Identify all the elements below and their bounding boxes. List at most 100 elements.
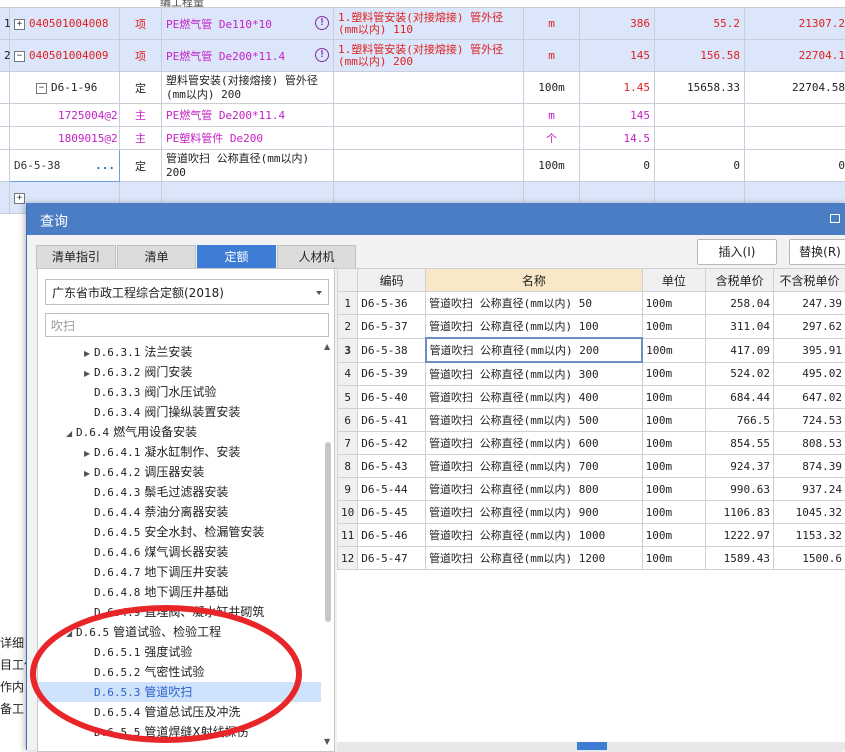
caret-right-icon[interactable]: ▶ — [84, 444, 94, 464]
tab-list-guide[interactable]: 清单指引 — [36, 245, 116, 269]
row-tax-price: 924.37 — [706, 455, 774, 478]
quota-results-pane: 编码 名称 单位 含税单价 不含税单价 1D6-5-36管道吹扫 公称直径(mm… — [337, 268, 845, 750]
tree-node[interactable]: D.6.5.3管道吹扫 — [38, 682, 321, 702]
scroll-thumb[interactable] — [325, 442, 331, 622]
tree-node-code: D.6.4.1 — [94, 446, 140, 459]
bottom-left-panel: 详细 目工作 作内 备工 — [0, 632, 26, 750]
table-row[interactable]: 11D6-5-46管道吹扫 公称直径(mm以内) 1000100m1222.97… — [338, 524, 845, 547]
row-index: 3 — [338, 338, 358, 362]
row-unit: 100m — [642, 501, 706, 524]
tree-node[interactable]: D.6.4.7地下调压井安装 — [38, 562, 321, 582]
table-row[interactable]: −D6-1-96 定 塑料管安装(对接熔接) 管外径(mm以内) 200 100… — [0, 72, 845, 104]
table-row[interactable]: 9D6-5-44管道吹扫 公称直径(mm以内) 800100m990.63937… — [338, 478, 845, 501]
insert-button[interactable]: 插入(I) — [697, 239, 777, 265]
tree-node[interactable]: D.6.4.6煤气调长器安装 — [38, 542, 321, 562]
row-code: D6-5-47 — [358, 547, 426, 570]
table-row[interactable]: 10D6-5-45管道吹扫 公称直径(mm以内) 900100m1106.831… — [338, 501, 845, 524]
chevron-down-icon[interactable] — [316, 291, 322, 295]
table-row[interactable]: 4D6-5-39管道吹扫 公称直径(mm以内) 300100m524.02495… — [338, 362, 845, 386]
caret-right-icon[interactable]: ▶ — [84, 464, 94, 484]
tree-node-label: 管道试验、检验工程 — [113, 625, 221, 639]
browse-button[interactable]: ... — [95, 159, 115, 172]
table-row[interactable]: 8D6-5-43管道吹扫 公称直径(mm以内) 700100m924.37874… — [338, 455, 845, 478]
table-row[interactable]: 1D6-5-36管道吹扫 公称直径(mm以内) 50100m258.04247.… — [338, 292, 845, 315]
table-row[interactable]: 2D6-5-37管道吹扫 公称直径(mm以内) 100100m311.04297… — [338, 315, 845, 339]
tree-node[interactable]: ▶D.6.3.2阀门安装 — [38, 362, 321, 382]
tree-node[interactable]: D.6.4.8地下调压井基础 — [38, 582, 321, 602]
header-code[interactable]: 编码 — [358, 269, 426, 292]
tree-node-code: D.6.5.5 — [94, 726, 140, 739]
row-price: 0 — [655, 150, 745, 182]
tree-node[interactable]: D.6.4.5安全水封、检漏管安装 — [38, 522, 321, 542]
collapse-icon[interactable]: − — [14, 51, 25, 62]
tree-node[interactable]: D.6.3.4阀门操纵装置安装 — [38, 402, 321, 422]
scroll-thumb[interactable] — [577, 742, 607, 750]
row-index: 4 — [338, 362, 358, 386]
table-row[interactable]: 6D6-5-41管道吹扫 公称直径(mm以内) 500100m766.5724.… — [338, 409, 845, 432]
row-name: PE塑料管件 De200 — [162, 127, 334, 150]
dialog-titlebar[interactable]: 查询 — [27, 203, 845, 235]
tab-materials[interactable]: 人材机 — [277, 245, 356, 269]
caret-right-icon[interactable]: ▶ — [84, 364, 94, 384]
tree-scrollbar[interactable]: ▲ ▼ — [324, 342, 332, 746]
tree-node[interactable]: D.6.5.5 管道焊缝X射线探伤 — [38, 722, 321, 742]
tree-node[interactable]: ◢D.6.4燃气用设备安装 — [38, 422, 321, 442]
tree-node[interactable]: ▶D.6.4.1凝水缸制作、安装 — [38, 442, 321, 462]
caret-down-icon[interactable]: ◢ — [66, 624, 76, 644]
expand-icon[interactable]: + — [14, 19, 25, 30]
tab-list[interactable]: 清单 — [117, 245, 196, 269]
search-input[interactable]: 吹扫 — [45, 313, 329, 337]
maximize-icon[interactable] — [830, 214, 840, 223]
table-row[interactable]: 1725004@2 主 PE燃气管 De200*11.4 m 145 — [0, 104, 845, 127]
row-name: PE燃气管 De200*11.4 — [166, 50, 285, 63]
row-type: 项 — [120, 8, 162, 40]
table-row[interactable]: D6-5-38... 定 管道吹扫 公称直径(mm以内) 200 100m 0 … — [0, 150, 845, 182]
table-row[interactable]: 7D6-5-42管道吹扫 公称直径(mm以内) 600100m854.55808… — [338, 432, 845, 455]
warning-icon[interactable]: ! — [315, 48, 329, 62]
row-index: 12 — [338, 547, 358, 570]
row-code: D6-5-45 — [358, 501, 426, 524]
header-name[interactable]: 名称 — [426, 269, 643, 292]
tree-node-code: D.6.3.2 — [94, 366, 140, 379]
tree-node[interactable]: D.6.4.3鬃毛过滤器安装 — [38, 482, 321, 502]
table-row[interactable]: 12D6-5-47管道吹扫 公称直径(mm以内) 1200100m1589.43… — [338, 547, 845, 570]
header-unit[interactable]: 单位 — [642, 269, 706, 292]
row-name: PE燃气管 De110*10 — [166, 18, 272, 31]
row-name: 塑料管安装(对接熔接) 管外径(mm以内) 200 — [162, 72, 334, 104]
row-index: 2 — [0, 40, 10, 72]
tree-node[interactable]: D.6.4.4萘油分离器安装 — [38, 502, 321, 522]
header-notax-price[interactable]: 不含税单价 — [774, 269, 845, 292]
code-edit-cell[interactable]: D6-5-38... — [10, 150, 120, 182]
tree-node[interactable]: ▶D.6.3.1法兰安装 — [38, 342, 321, 362]
table-row[interactable]: 2 −040501004009 项 PE燃气管 De200*11.4! 1.塑料… — [0, 40, 845, 72]
horizontal-scrollbar[interactable] — [337, 742, 845, 750]
row-tax-price: 766.5 — [706, 409, 774, 432]
tree-node[interactable]: ◢D.6.5管道试验、检验工程 — [38, 622, 321, 642]
warning-icon[interactable]: ! — [315, 16, 329, 30]
row-type: 定 — [120, 150, 162, 182]
tree-node[interactable]: D.6.3.3阀门水压试验 — [38, 382, 321, 402]
tree-node[interactable]: D.6.5.4管道总试压及冲洗 — [38, 702, 321, 722]
tree-node-code: D.6.4.6 — [94, 546, 140, 559]
replace-button[interactable]: 替换(R) — [789, 239, 845, 265]
header-tax-price[interactable]: 含税单价 — [706, 269, 774, 292]
tree-node-label: 管道焊缝X射线探伤 — [144, 725, 248, 739]
tab-quota[interactable]: 定额 — [197, 245, 276, 269]
tree-node-label: 气密性试验 — [144, 665, 204, 679]
expand-icon[interactable]: + — [14, 193, 25, 204]
tree-node[interactable]: D.6.4.9直埋阀、凝水缸井砌筑 — [38, 602, 321, 622]
tree-node[interactable]: D.6.5.2气密性试验 — [38, 662, 321, 682]
table-row[interactable]: 1809015@2 主 PE塑料管件 De200 个 14.5 — [0, 127, 845, 150]
table-row[interactable]: 1 +040501004008 项 PE燃气管 De110*10! 1.塑料管安… — [0, 8, 845, 40]
table-row[interactable]: 3D6-5-38管道吹扫 公称直径(mm以内) 200100m417.09395… — [338, 338, 845, 362]
caret-down-icon[interactable]: ◢ — [66, 424, 76, 444]
table-row[interactable]: 5D6-5-40管道吹扫 公称直径(mm以内) 400100m684.44647… — [338, 386, 845, 409]
scroll-down-icon[interactable]: ▼ — [324, 737, 330, 746]
row-name: 管道吹扫 公称直径(mm以内) 300 — [426, 362, 643, 386]
caret-right-icon[interactable]: ▶ — [84, 344, 94, 364]
tree-node[interactable]: ▶D.6.4.2调压器安装 — [38, 462, 321, 482]
scroll-up-icon[interactable]: ▲ — [324, 342, 330, 351]
collapse-icon[interactable]: − — [36, 83, 47, 94]
tree-node[interactable]: D.6.5.1强度试验 — [38, 642, 321, 662]
quota-library-select[interactable]: 广东省市政工程综合定额(2018) — [45, 279, 329, 305]
